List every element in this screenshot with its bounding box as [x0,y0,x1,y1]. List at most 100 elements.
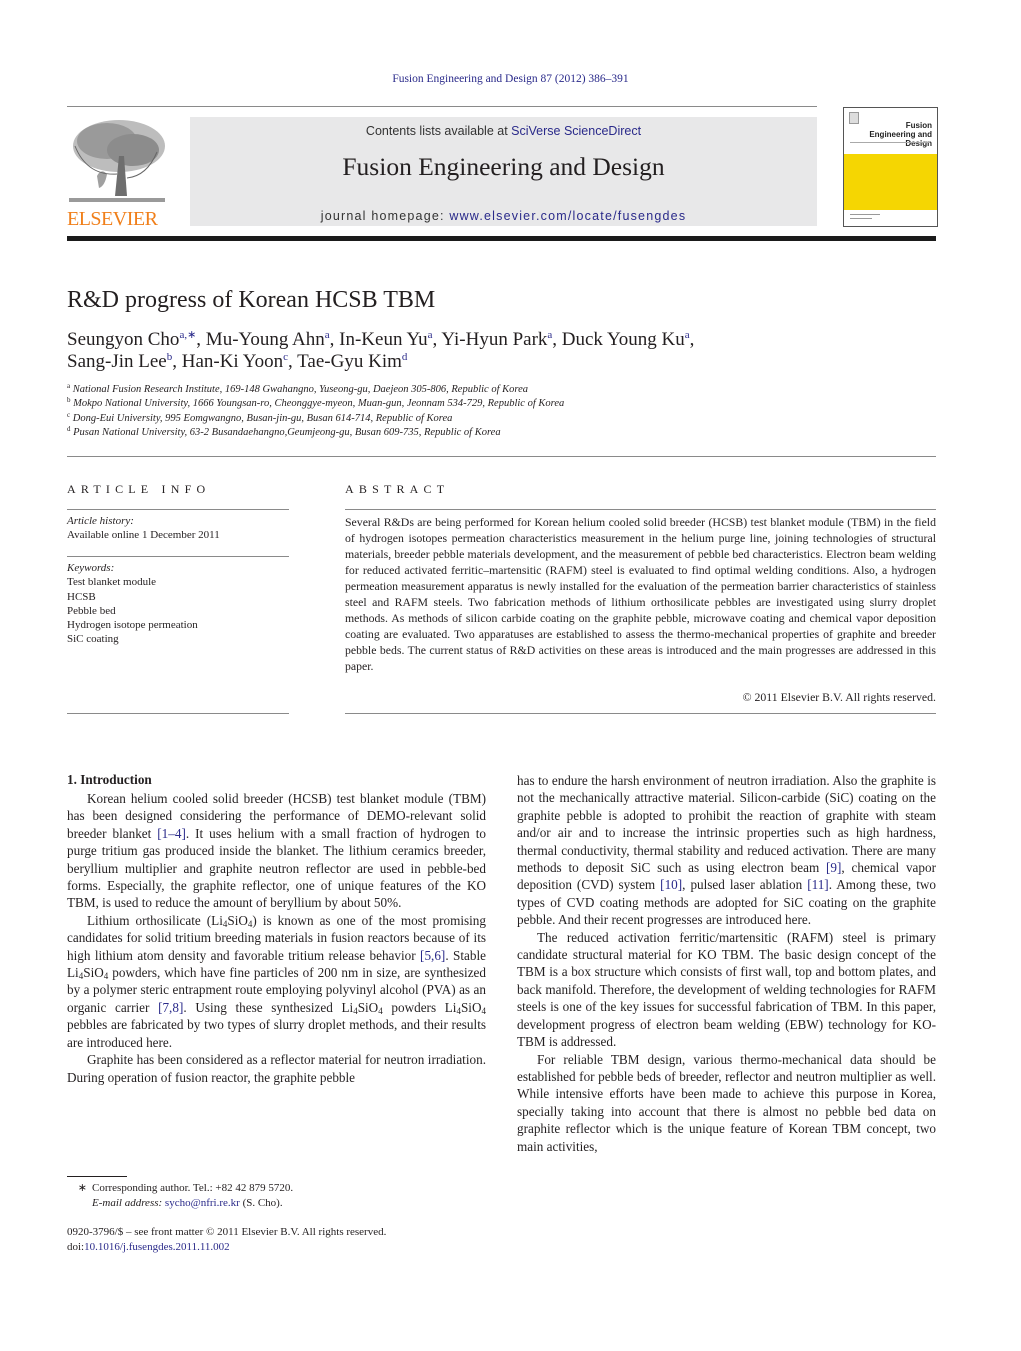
body-paragraph: For reliable TBM design, various thermo-… [517,1051,936,1155]
author-name[interactable]: Tae-Gyu Kim [297,351,402,372]
body-text: powders Li [382,999,457,1015]
front-matter: 0920-3796/$ – see front matter © 2011 El… [67,1225,487,1255]
abstract-rule [345,509,936,510]
affiliation: b Mokpo National University, 1666 Youngs… [67,397,937,411]
footnote-star: ∗ [77,1182,87,1194]
doi-link[interactable]: 10.1016/j.fusengdes.2011.11.002 [84,1241,230,1253]
body-text: . Using these synthesized Li [183,999,354,1015]
keywords-block: Keywords: Test blanket module HCSB Pebbl… [67,561,289,647]
section-rule [67,456,936,457]
author-separator: , [287,351,298,372]
issn-line: 0920-3796/$ – see front matter © 2011 El… [67,1226,387,1238]
cover-title: Fusion Engineering and Design [869,121,932,148]
author-separator: , [196,329,206,350]
body-paragraph: Lithium orthosilicate (Li4SiO4) is known… [67,912,486,1051]
info-rule [67,713,289,714]
author-separator: , [432,329,442,350]
author-name[interactable]: Sang-Jin Lee [67,351,167,372]
body-text: , pulsed laser ablation [682,877,808,893]
body-text: SiO [357,999,379,1015]
author-separator: , [689,329,695,350]
header-thick-rule [67,236,936,241]
body-column-right: has to endure the harsh environment of n… [517,772,936,1155]
body-text: For reliable TBM design, various thermo-… [517,1051,936,1154]
body-text: Lithium orthosilicate (Li [87,912,223,928]
header-rule [67,106,817,107]
footnote-corresponding: ∗ Corresponding author. Tel.: +82 42 879 … [67,1181,487,1210]
abstract-text: Several R&Ds are being performed for Kor… [345,515,936,673]
body-text: pebbles are fabricated by two types of s… [67,1017,486,1050]
keyword: HCSB [67,590,96,603]
affiliation-text: Mokpo National University, 1666 Youngsan… [70,398,565,410]
author-name[interactable]: Han-Ki Yoon [182,351,283,372]
section-heading-introduction: 1. Introduction [67,772,152,787]
journal-cover-thumbnail[interactable]: Fusion Engineering and Design [843,107,938,227]
affiliation-text: Pusan National University, 63-2 Busandae… [70,426,501,438]
sciencedirect-link[interactable]: SciVerse ScienceDirect [511,124,641,138]
contents-line: Contents lists available at SciVerse Sci… [190,124,817,138]
affiliation-text: National Fusion Research Institute, 169-… [70,384,528,395]
subscript: 4 [481,1005,487,1016]
affiliation-text: Dong-Eui University, 995 Eomgwangno, Bus… [70,412,453,424]
email-label: E-mail address: [92,1196,163,1209]
elsevier-tree-icon [69,120,165,202]
body-text: SiO [83,965,104,981]
article-info-heading: ARTICLE INFO [67,482,211,496]
author-name[interactable]: In-Keun Yu [339,329,427,350]
keyword: Hydrogen isotope permeation [67,619,198,632]
keyword: Test blanket module [67,576,157,589]
contents-prefix: Contents lists available at [365,124,512,138]
elsevier-wordmark: ELSEVIER [67,208,158,230]
cover-footer-line [850,218,872,219]
author-name[interactable]: Yi-Hyun Park [441,329,547,350]
citation-link[interactable]: [7,8] [158,1000,183,1015]
homepage-link[interactable]: www.elsevier.com/locate/fusengdes [449,209,686,223]
keywords-label: Keywords: [67,562,115,574]
journal-banner: Contents lists available at SciVerse Sci… [190,117,817,226]
footnote-rule [67,1176,127,1177]
cover-yellow-band [844,154,937,210]
history-value: Available online 1 December 2011 [67,529,220,542]
author-separator: , [172,351,182,372]
info-rule [67,556,289,557]
homepage-line: journal homepage: www.elsevier.com/locat… [190,209,817,223]
affiliation-list: a National Fusion Research Institute, 16… [67,383,937,440]
citation-link[interactable]: [9] [826,860,841,875]
author-affiliation-mark[interactable]: d [402,351,408,363]
cover-elsevier-icon [849,112,859,124]
body-text: The reduced activation ferritic/martensi… [517,929,936,1050]
body-paragraph: Korean helium cooled solid breeder (HCSB… [67,790,486,912]
author-name[interactable]: Seungyon Cho [67,329,179,350]
author-affiliation-mark[interactable]: a,∗ [179,329,196,341]
doi-prefix: doi: [67,1241,85,1253]
info-rule [67,509,289,510]
citation-link[interactable]: [10] [660,877,682,892]
body-text: Graphite has been considered as a reflec… [67,1052,486,1085]
author-separator: , [552,329,562,350]
body-paragraph: has to endure the harsh environment of n… [517,772,936,929]
journal-reference[interactable]: Fusion Engineering and Design 87 (2012) … [0,73,1021,85]
elsevier-logo[interactable]: ELSEVIER [67,116,167,230]
author-list: Seungyon Choa,∗, Mu-Young Ahna, In-Keun … [67,329,937,373]
body-column-left: Korean helium cooled solid breeder (HCSB… [67,790,486,1086]
author-name[interactable]: Duck Young Ku [562,329,685,350]
article-history: Article history: Available online 1 Dece… [67,514,289,543]
article-title: R&D progress of Korean HCSB TBM [67,287,436,313]
citation-link[interactable]: [1–4] [157,826,186,841]
history-label: Article history: [67,515,134,527]
author-name[interactable]: Mu-Young Ahn [206,329,325,350]
homepage-prefix: journal homepage: [320,209,450,223]
affiliation: d Pusan National University, 63-2 Busand… [67,425,937,440]
corresponding-text: Corresponding author. Tel.: +82 42 879 5… [92,1182,294,1194]
email-suffix: (S. Cho). [239,1196,283,1209]
abstract-rule [345,713,936,714]
journal-title: Fusion Engineering and Design [342,152,665,181]
affiliation: a National Fusion Research Institute, 16… [67,383,937,397]
citation-link[interactable]: [11] [807,877,828,892]
email-link[interactable]: sycho@nfri.re.kr [165,1197,240,1209]
author-separator: , [329,329,340,350]
keyword: SiC coating [67,633,119,646]
cover-divider [850,142,930,143]
body-paragraph: Graphite has been considered as a reflec… [67,1051,486,1086]
citation-link[interactable]: [5,6] [420,948,445,963]
